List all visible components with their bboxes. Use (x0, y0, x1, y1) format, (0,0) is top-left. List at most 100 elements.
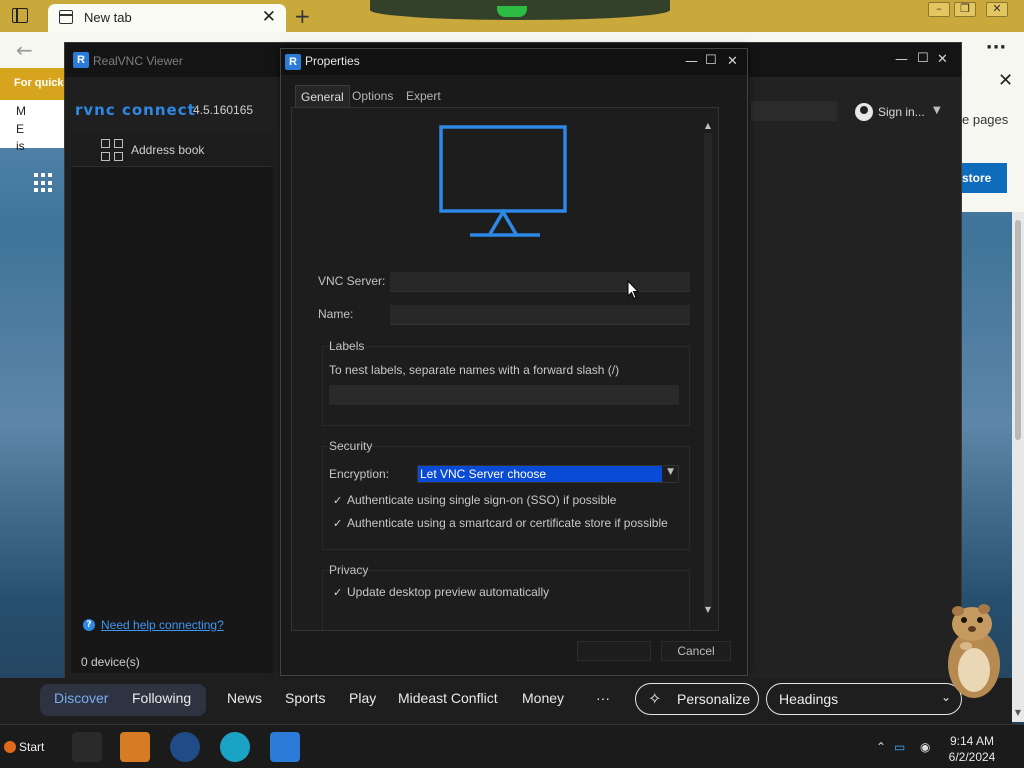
labels-group: Labels To nest labels, separate names wi… (322, 339, 690, 426)
vnc-close-button[interactable]: ✕ (937, 52, 948, 67)
nav-more-button[interactable]: ··· (596, 690, 610, 706)
new-tab-button[interactable]: + (294, 4, 311, 28)
need-help-link[interactable]: Need help connecting? (101, 618, 224, 632)
vnc-maximize-button[interactable]: ☐ (917, 51, 929, 66)
page-scrollbar-thumb[interactable] (1015, 220, 1021, 440)
security-title: Security (329, 439, 373, 453)
sso-label: Authenticate using single sign-on (SSO) … (347, 493, 617, 507)
page-scroll-down-icon[interactable]: ▼ (1012, 708, 1024, 717)
privacy-group: Privacy ✓ Update desktop preview automati… (322, 563, 690, 630)
chevron-down-icon[interactable]: ▼ (667, 467, 674, 477)
chevron-down-icon[interactable]: ▼ (933, 105, 941, 116)
scroll-down-icon[interactable]: ▼ (701, 605, 715, 614)
smartcard-label: Authenticate using a smartcard or certif… (347, 516, 668, 530)
taskbar-app-icon[interactable] (72, 732, 102, 762)
vnc-minimize-button[interactable]: — (895, 52, 908, 67)
privacy-title: Privacy (329, 563, 369, 577)
tab-actions-icon[interactable] (12, 8, 28, 23)
vnc-search-input[interactable] (751, 101, 837, 121)
device-count: 0 device(s) (81, 655, 140, 669)
scroll-track[interactable] (704, 133, 712, 607)
headings-dropdown[interactable]: Headings ⌄ (766, 683, 962, 715)
speaker-icon[interactable]: ◉ (920, 740, 930, 754)
address-book-icon (101, 139, 123, 161)
name-label: Name: (318, 307, 354, 321)
general-panel: VNC Server: Name: Labels To nest labels,… (291, 107, 719, 631)
scroll-up-icon[interactable]: ▲ (701, 121, 715, 130)
taskbar: Start ⌃ ▭ ◉ 9:14 AM 6/2/2024 (0, 724, 1024, 768)
properties-dialog: R Properties — ☐ ✕ General Options Exper… (280, 48, 748, 676)
back-button[interactable]: ← (16, 38, 33, 62)
network-icon[interactable]: ▭ (894, 740, 905, 754)
sidebar-item-label: Address book (131, 143, 205, 157)
vnc-window-title: RealVNC Viewer (93, 54, 183, 68)
nav-money[interactable]: Money (522, 690, 564, 706)
browser-tab-bar: New tab ✕ + – ❐ ✕ (0, 0, 1024, 32)
browser-menu-button[interactable]: ··· (982, 36, 1010, 64)
nav-play[interactable]: Play (349, 690, 376, 706)
browser-tab[interactable]: New tab ✕ (48, 4, 286, 32)
tab-options[interactable]: Options (347, 85, 398, 107)
vnc-connect-logo: RVNC CONNECT (75, 101, 196, 119)
headings-label: Headings (779, 691, 839, 707)
mouse-cursor-icon (627, 280, 639, 300)
sparkle-icon: ✧ (648, 691, 662, 708)
realvnc-logo-icon: R (285, 54, 301, 70)
preview-checkbox[interactable]: ✓ Update desktop preview automatically (333, 585, 549, 599)
security-group: Security Encryption: Let VNC Server choo… (322, 439, 690, 550)
left-text-line-1: M (16, 104, 26, 118)
dialog-titlebar: R Properties — ☐ ✕ (281, 49, 747, 75)
personalize-label: Personalize (677, 691, 751, 707)
tab-title: New tab (84, 10, 132, 25)
browser-minimize-button[interactable]: – (928, 2, 950, 17)
personalize-button[interactable]: ✧ Personalize (635, 683, 759, 715)
nav-mideast-conflict[interactable]: Mideast Conflict (398, 690, 498, 706)
ok-button[interactable] (577, 641, 651, 661)
store-button[interactable]: store (960, 163, 1007, 193)
nav-news[interactable]: News (227, 690, 262, 706)
apps-grid-icon[interactable] (34, 173, 54, 193)
dialog-close-button[interactable]: ✕ (727, 54, 738, 69)
smartcard-checkbox[interactable]: ✓ Authenticate using a smartcard or certi… (333, 516, 668, 530)
close-icon[interactable]: ✕ (998, 70, 1013, 91)
vnc-version: 4.5.160165 (193, 103, 254, 117)
left-text-line-3: is (16, 139, 25, 153)
realvnc-taskbar-icon[interactable] (270, 732, 300, 762)
start-button[interactable]: Start (4, 740, 44, 754)
nav-following[interactable]: Following (132, 690, 191, 706)
name-field[interactable] (390, 305, 690, 325)
vnc-brand-row: RVNC CONNECT 4.5.160165 (65, 95, 275, 125)
start-label: Start (19, 740, 45, 754)
clock[interactable]: 9:14 AM 6/2/2024 (946, 733, 998, 765)
nav-discover[interactable]: Discover (54, 690, 108, 706)
sidebar-item-address-book[interactable]: Address book (71, 133, 273, 167)
browser-close-button[interactable]: ✕ (986, 2, 1008, 17)
encryption-select[interactable]: Let VNC Server choose ▼ (417, 465, 679, 483)
nav-sports[interactable]: Sports (285, 690, 325, 706)
checkmark-icon: ✓ (333, 587, 343, 599)
chevron-up-icon[interactable]: ⌃ (876, 740, 886, 754)
monitor-icon (439, 125, 567, 237)
browser-maximize-button[interactable]: ❐ (954, 2, 976, 17)
user-icon[interactable] (855, 103, 873, 121)
dialog-scrollbar[interactable]: ▲ ▼ (701, 117, 715, 623)
cancel-button[interactable]: Cancel (661, 641, 731, 661)
checkmark-icon: ✓ (333, 518, 343, 530)
tab-general[interactable]: General (295, 85, 350, 107)
labels-input[interactable] (329, 385, 679, 405)
start-orb-icon (4, 741, 16, 753)
clock-time: 9:14 AM (949, 734, 995, 748)
sign-in-button[interactable]: Sign in... (878, 105, 925, 119)
edge-browser-icon[interactable] (220, 732, 250, 762)
dialog-minimize-button[interactable]: — (685, 54, 698, 69)
realvnc-logo-icon: R (73, 52, 89, 68)
sso-checkbox[interactable]: ✓ Authenticate using single sign-on (SSO)… (333, 493, 616, 507)
vnc-server-field[interactable] (390, 272, 690, 292)
dialog-maximize-button[interactable]: ☐ (705, 53, 717, 68)
pages-text: e pages (962, 112, 1009, 127)
vnc-server-label: VNC Server: (318, 274, 386, 288)
tab-close-button[interactable]: ✕ (262, 7, 276, 27)
tab-expert[interactable]: Expert (401, 85, 446, 107)
globe-icon[interactable] (170, 732, 200, 762)
media-player-icon[interactable] (120, 732, 150, 762)
